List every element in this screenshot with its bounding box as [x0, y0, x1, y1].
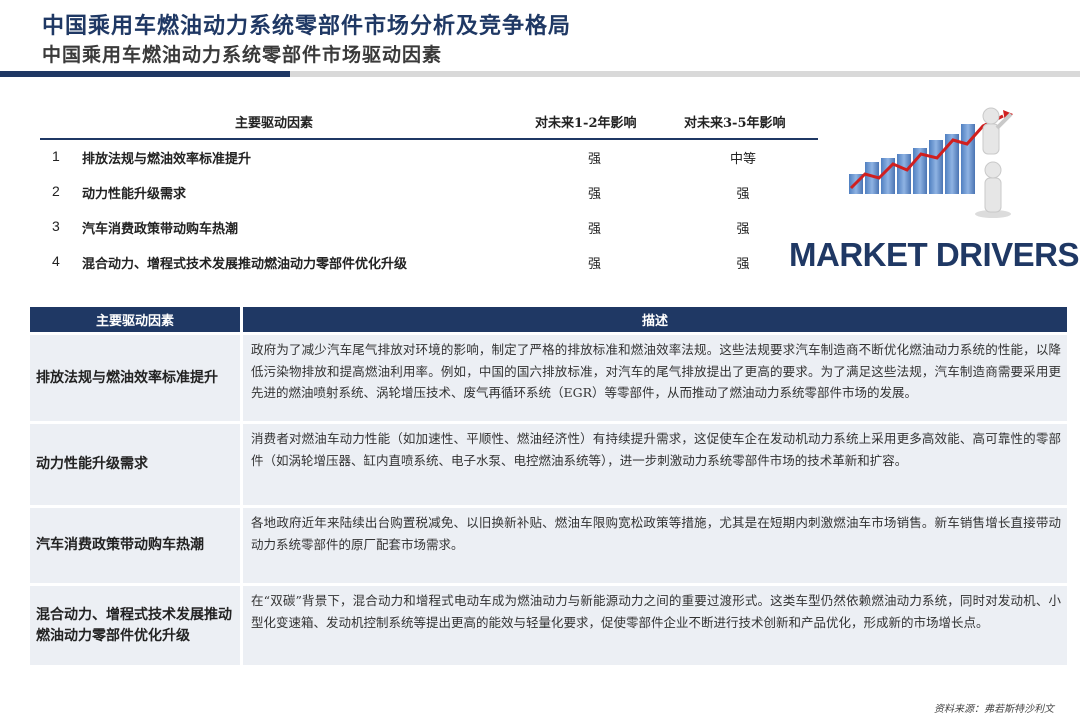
summary-row-short-impact: 强 [588, 152, 602, 167]
summary-row-long-impact: 强 [736, 187, 750, 202]
summary-row: 3 汽车消费政策带动购车热潮 强 强 [40, 210, 818, 245]
summary-row-long-impact: 中等 [730, 152, 757, 167]
detail-col-factor: 主要驱动因素 [30, 307, 240, 332]
summary-table: 主要驱动因素 对未来1-2年影响 对未来3-5年影响 1 排放法规与燃油效率标准… [40, 104, 818, 280]
header-divider [0, 71, 1080, 77]
summary-col-short-term: 对未来1-2年影响 [535, 116, 637, 131]
summary-row-short-impact: 强 [588, 187, 602, 202]
detail-table: 主要驱动因素 描述 排放法规与燃油效率标准提升 政府为了减少汽车尾气排放对环境的… [30, 307, 1067, 665]
summary-row: 4 混合动力、增程式技术发展推动燃油动力零部件优化升级 强 强 [40, 245, 818, 280]
summary-row-long-impact: 强 [736, 257, 750, 272]
summary-row-short-impact: 强 [588, 222, 602, 237]
summary-row-long-impact: 强 [736, 222, 750, 237]
summary-row: 1 排放法规与燃油效率标准提升 强 中等 [40, 140, 818, 175]
market-drivers-illustration [833, 92, 1033, 232]
source-note: 资料来源：弗若斯特沙利文 [934, 704, 1054, 715]
header-divider-accent [0, 71, 290, 77]
summary-row-factor: 汽车消费政策带动购车热潮 [82, 222, 239, 237]
detail-row-factor: 排放法规与燃油效率标准提升 [30, 335, 240, 421]
page-title: 中国乘用车燃油动力系统零部件市场分析及竞争格局 [42, 13, 572, 39]
summary-row-factor: 排放法规与燃油效率标准提升 [82, 152, 252, 167]
detail-col-description: 描述 [243, 307, 1067, 332]
detail-header-row: 主要驱动因素 描述 [30, 307, 1067, 332]
detail-row: 汽车消费政策带动购车热潮 各地政府近年来陆续出台购置税减免、以旧换新补贴、燃油车… [30, 508, 1067, 583]
summary-col-long-term: 对未来3-5年影响 [684, 116, 786, 131]
detail-row: 动力性能升级需求 消费者对燃油车动力性能（如加速性、平顺性、燃油经济性）有持续提… [30, 424, 1067, 505]
summary-col-factor: 主要驱动因素 [235, 116, 314, 131]
detail-row: 排放法规与燃油效率标准提升 政府为了减少汽车尾气排放对环境的影响，制定了严格的排… [30, 335, 1067, 421]
market-drivers-caption: MARKET DRIVERS [789, 236, 1080, 273]
detail-row-factor: 动力性能升级需求 [30, 424, 240, 505]
summary-row-short-impact: 强 [588, 257, 602, 272]
detail-row-description: 各地政府近年来陆续出台购置税减免、以旧换新补贴、燃油车限购宽松政策等措施，尤其是… [243, 508, 1067, 583]
summary-header-row: 主要驱动因素 对未来1-2年影响 对未来3-5年影响 [40, 104, 818, 140]
summary-row-factor: 动力性能升级需求 [82, 187, 187, 202]
summary-row-index: 2 [52, 183, 60, 199]
summary-row-factor: 混合动力、增程式技术发展推动燃油动力零部件优化升级 [82, 257, 408, 272]
summary-row-index: 3 [52, 218, 60, 234]
detail-row-description: 在“双碳”背景下，混合动力和增程式电动车成为燃油动力与新能源动力之间的重要过渡形… [243, 586, 1067, 665]
detail-row-description: 政府为了减少汽车尾气排放对环境的影响，制定了严格的排放标准和燃油效率法规。这些法… [243, 335, 1067, 421]
page-subtitle: 中国乘用车燃油动力系统零部件市场驱动因素 [42, 44, 443, 66]
detail-row-description: 消费者对燃油车动力性能（如加速性、平顺性、燃油经济性）有持续提升需求，这促使车企… [243, 424, 1067, 505]
detail-row-factor: 混合动力、增程式技术发展推动燃油动力零部件优化升级 [30, 586, 240, 665]
summary-row: 2 动力性能升级需求 强 强 [40, 175, 818, 210]
summary-row-index: 1 [52, 148, 60, 164]
rising-bars-graphic [849, 107, 1013, 218]
summary-row-index: 4 [52, 253, 60, 269]
detail-row-factor: 汽车消费政策带动购车热潮 [30, 508, 240, 583]
detail-row: 混合动力、增程式技术发展推动燃油动力零部件优化升级 在“双碳”背景下，混合动力和… [30, 586, 1067, 665]
